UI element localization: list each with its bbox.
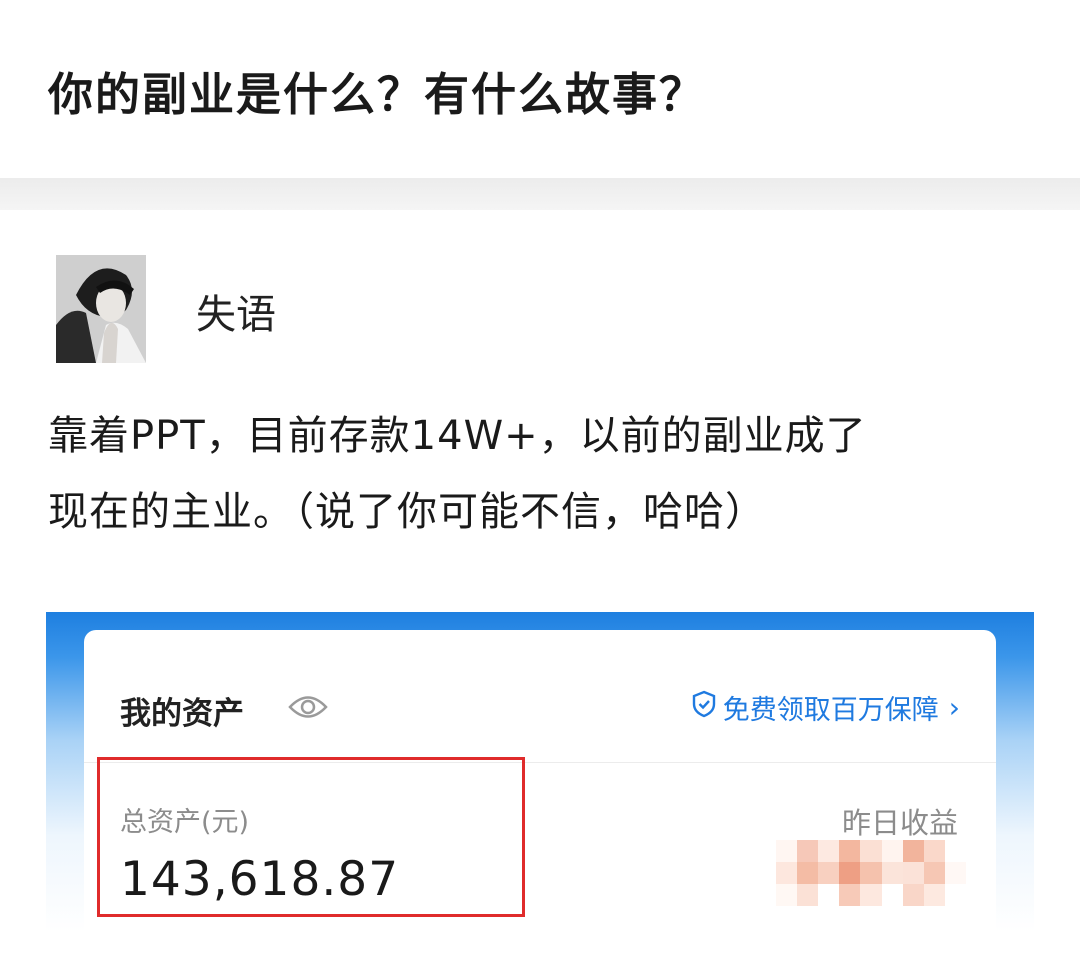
yesterday-earnings-label: 昨日收益	[841, 806, 958, 840]
blurred-earnings-value	[776, 840, 966, 906]
answer-text: 靠着PPT，目前存款14W+，以前的副业成了 现在的主业。（说了你可能不信，哈哈…	[48, 398, 1038, 550]
assets-card-title: 我的资产	[120, 696, 244, 732]
question-title[interactable]: 你的副业是什么？有什么故事？	[48, 58, 706, 123]
free-guarantee-label: 免费领取百万保障	[722, 695, 939, 726]
red-highlight-box	[97, 757, 525, 917]
embedded-screenshot: 我的资产 免费领取百万保障 › 总资产(元) 143,618.87 昨日收益	[46, 612, 1034, 932]
answer-line: 靠着PPT，目前存款14W+，以前的副业成了	[48, 413, 867, 459]
section-divider	[0, 178, 1080, 210]
shield-icon	[691, 690, 723, 725]
avatar-image-icon	[56, 255, 146, 363]
eye-icon	[288, 692, 328, 726]
author-avatar[interactable]	[56, 255, 146, 363]
answer-line: 现在的主业。（说了你可能不信，哈哈）	[48, 489, 766, 535]
author-name[interactable]: 失语	[196, 282, 276, 340]
chevron-right-icon: ›	[948, 691, 960, 724]
free-guarantee-link: 免费领取百万保障 ›	[691, 688, 960, 727]
